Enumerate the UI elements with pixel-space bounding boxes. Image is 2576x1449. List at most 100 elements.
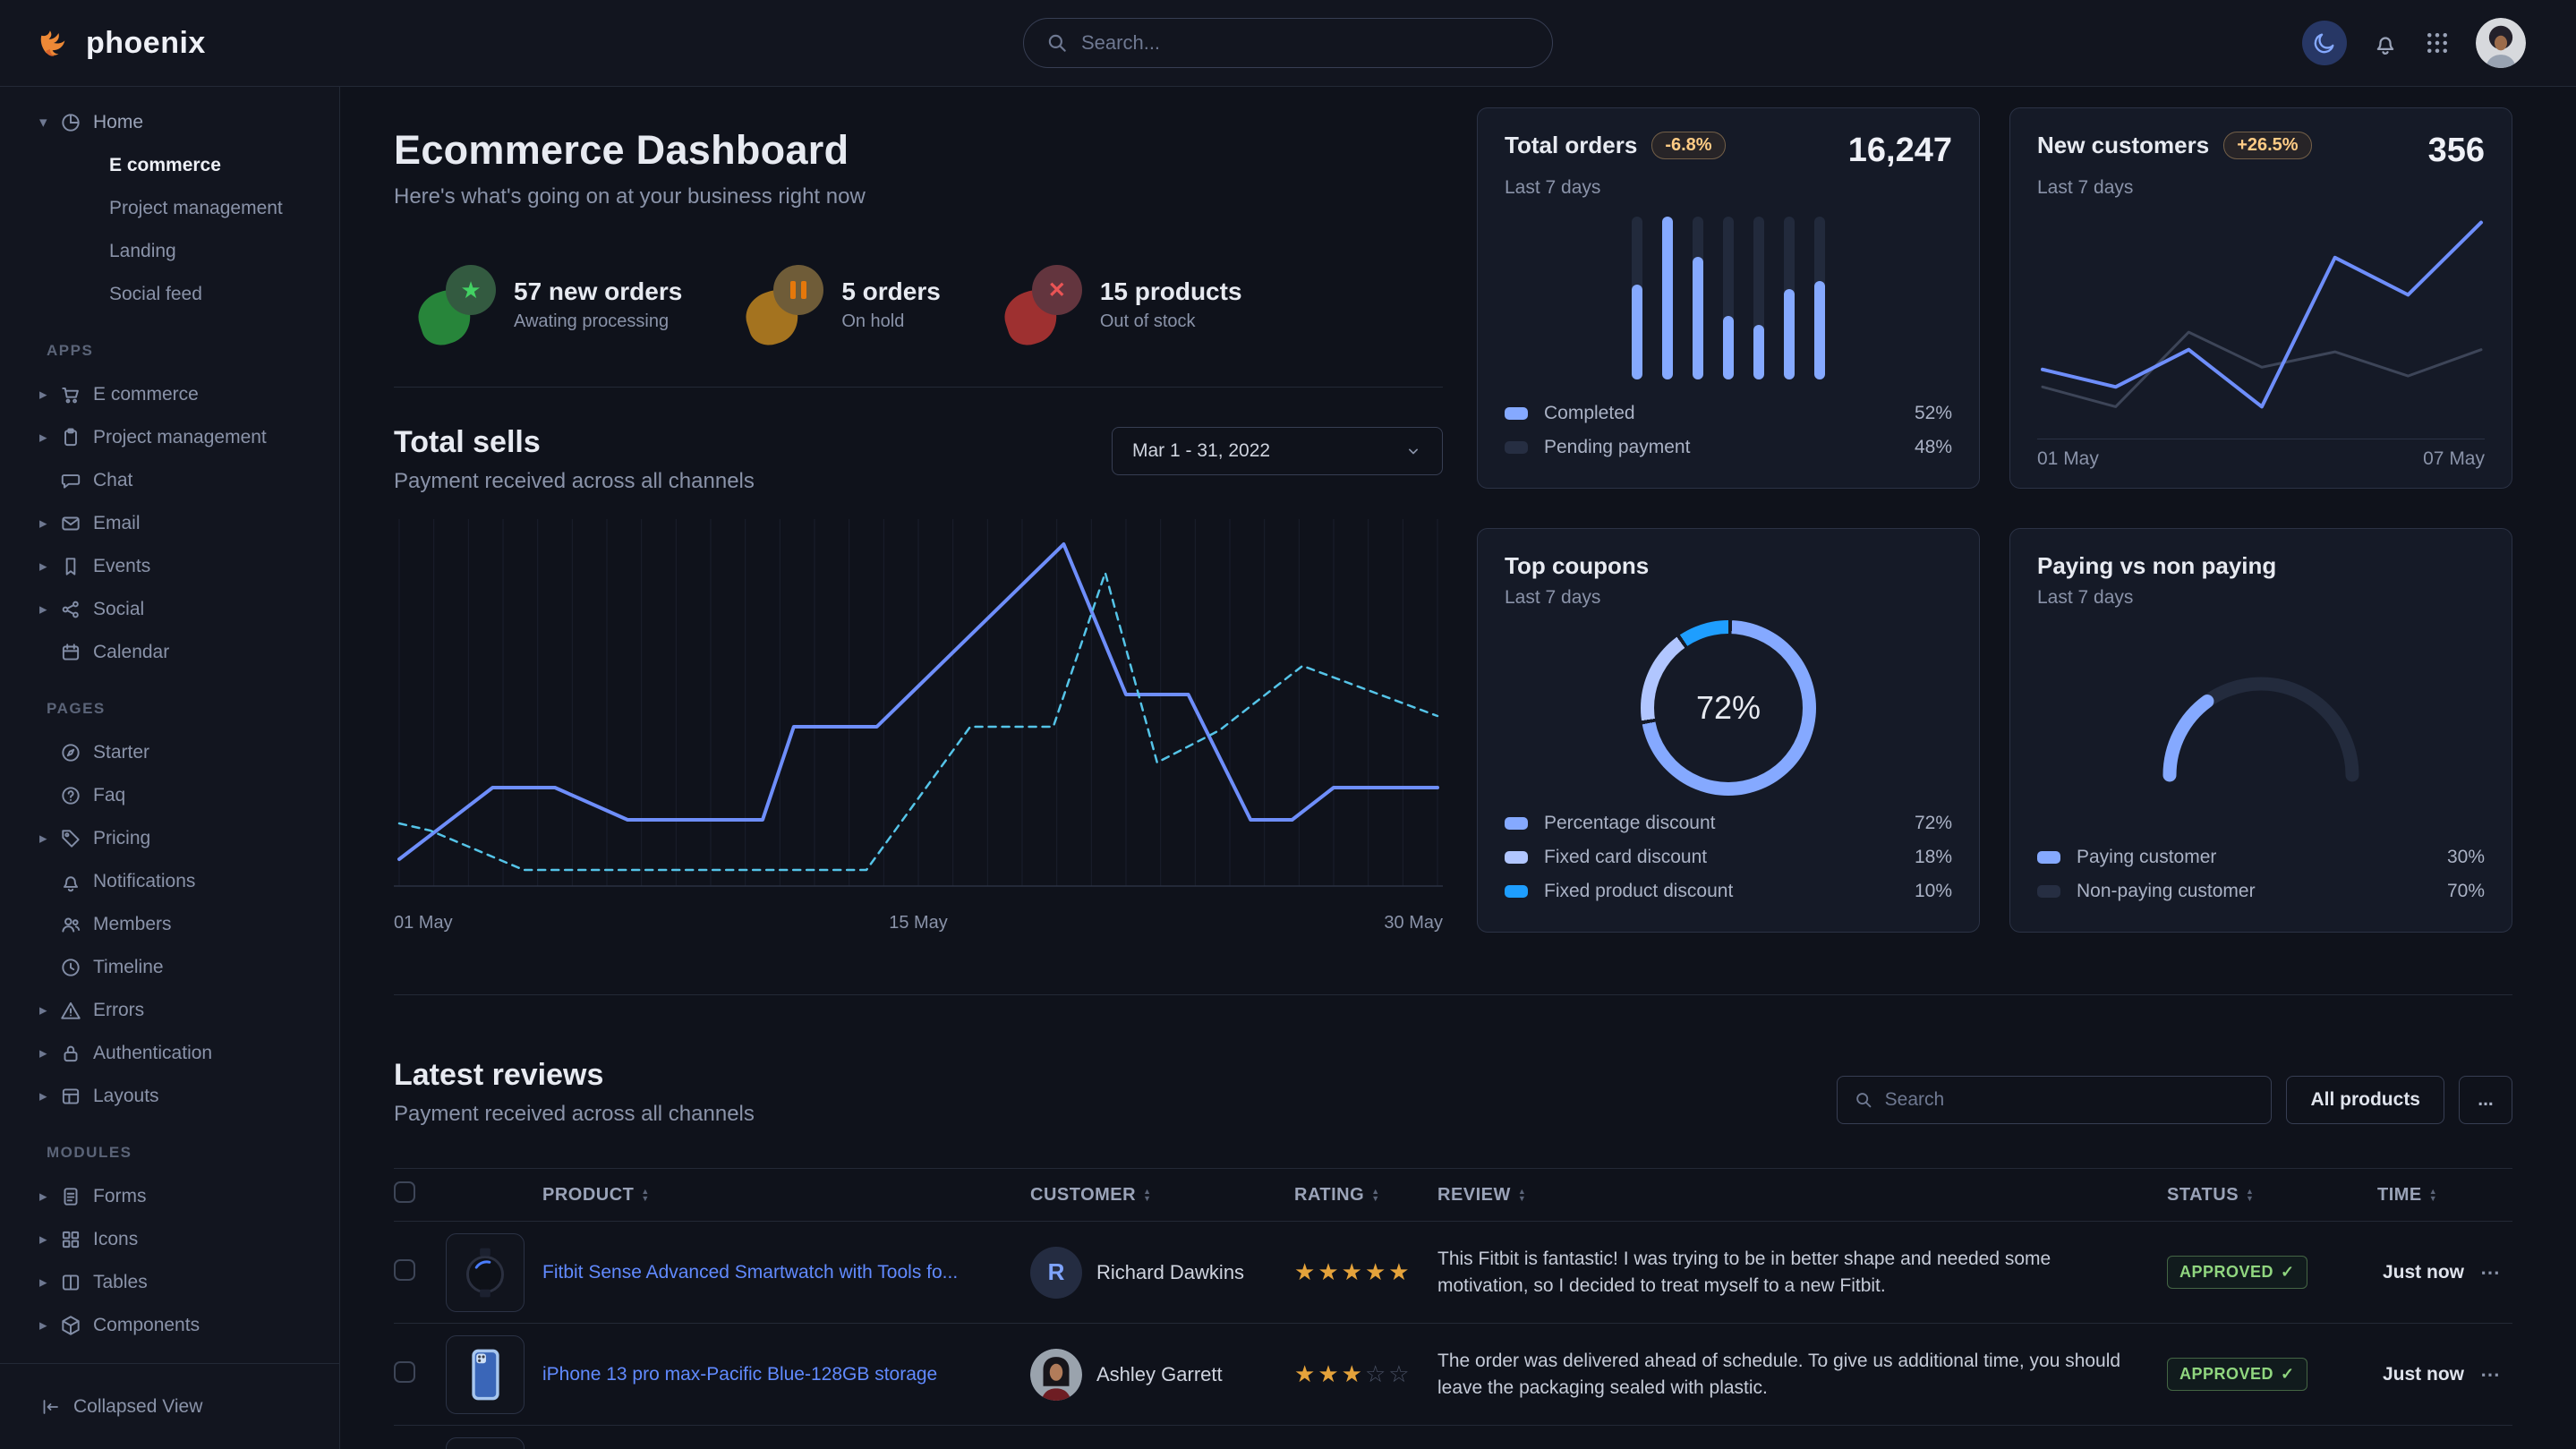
paying-legend-item: Paying customer30% (2037, 840, 2485, 874)
row-checkbox[interactable] (394, 1361, 415, 1383)
row-menu-button[interactable]: ⋯ (2480, 1363, 2512, 1386)
caret-right-icon[interactable]: ▸ (39, 1274, 59, 1291)
table-row-partial (394, 1426, 2512, 1449)
check-icon: ✓ (2281, 1263, 2295, 1282)
product-thumbnail[interactable] (446, 1233, 525, 1312)
customer-photo (1030, 1349, 1082, 1401)
card-paying-vs-nonpaying: Paying vs non paying Last 7 days Paying … (2009, 528, 2512, 933)
apps-menu-button[interactable] (2424, 30, 2451, 56)
sidebar-item-forms[interactable]: ▸Forms (0, 1175, 339, 1218)
sidebar-item-e-commerce[interactable]: ▸E commerce (0, 373, 339, 416)
sidebar-item-calendar[interactable]: Calendar (0, 631, 339, 674)
collapsed-view-button[interactable]: Collapsed View (39, 1396, 202, 1418)
product-link[interactable]: Fitbit Sense Advanced Smartwatch with To… (542, 1262, 958, 1283)
card-value: 356 (2428, 132, 2485, 170)
sidebar-item-landing[interactable]: Landing (0, 230, 339, 273)
sidebar-item-social[interactable]: ▸Social (0, 588, 339, 631)
caret-right-icon[interactable]: ▸ (39, 515, 59, 533)
customer-name: Richard Dawkins (1096, 1261, 1244, 1284)
row-checkbox[interactable] (394, 1259, 415, 1281)
sidebar-item-home[interactable]: ▾Home (0, 101, 339, 144)
sidebar-item-notifications[interactable]: Notifications (0, 860, 339, 903)
sidebar-item-starter[interactable]: Starter (0, 731, 339, 774)
theme-toggle-button[interactable] (2302, 21, 2347, 65)
brand-logo[interactable]: phoenix (0, 23, 206, 63)
paying-legend: Paying customer30%Non-paying customer70% (2037, 840, 2485, 908)
sidebar-item-errors[interactable]: ▸Errors (0, 989, 339, 1032)
sidebar-item-email[interactable]: ▸Email (0, 502, 339, 545)
reviews-search[interactable] (1837, 1076, 2272, 1124)
sidebar-item-chat[interactable]: Chat (0, 459, 339, 502)
user-avatar[interactable] (2476, 18, 2526, 68)
card-title: New customers (2037, 132, 2209, 159)
product-link[interactable]: iPhone 13 pro max-Pacific Blue-128GB sto… (542, 1364, 937, 1385)
caret-right-icon[interactable]: ▸ (39, 1002, 59, 1019)
sidebar-item-events[interactable]: ▸Events (0, 545, 339, 588)
reviews-search-input[interactable] (1885, 1089, 2256, 1111)
sidebar-item-pricing[interactable]: ▸Pricing (0, 817, 339, 860)
orders-legend: Completed52%Pending payment48% (1505, 396, 1952, 465)
collapse-icon (39, 1396, 61, 1418)
topbar-search-input[interactable] (1081, 31, 1531, 55)
caret-right-icon[interactable]: ▸ (39, 386, 59, 404)
question-icon (59, 784, 82, 807)
sidebar-item-members[interactable]: Members (0, 903, 339, 946)
sidebar-item-social-feed[interactable]: Social feed (0, 273, 339, 316)
chat-icon (59, 469, 82, 492)
sidebar-item-components[interactable]: ▸Components (0, 1304, 339, 1347)
sidebar-item-e-commerce[interactable]: E commerce (0, 144, 339, 187)
compass-icon (59, 741, 82, 764)
review-text: This Fitbit is fantastic! I was trying t… (1437, 1246, 2167, 1300)
sidebar-section-label: APPS (0, 328, 339, 373)
grid-dots-icon (2424, 30, 2451, 56)
card-top-coupons: Top coupons Last 7 days 72% Percentage d… (1477, 528, 1980, 933)
sidebar-item-tables[interactable]: ▸Tables (0, 1261, 339, 1304)
sidebar-item-project-management[interactable]: Project management (0, 187, 339, 230)
legend-label: Completed (1544, 403, 1635, 424)
column-header-customer[interactable]: CUSTOMER▲▼ (1030, 1185, 1294, 1206)
sidebar-section-label: PAGES (0, 686, 339, 731)
column-header-product[interactable]: PRODUCT▲▼ (542, 1185, 1030, 1206)
column-header-time[interactable]: TIME▲▼ (2377, 1185, 2480, 1206)
mail-icon (59, 512, 82, 535)
sidebar-item-project-management[interactable]: ▸Project management (0, 416, 339, 459)
date-range-select[interactable]: Mar 1 - 31, 2022 (1112, 427, 1443, 475)
check-icon: ✓ (2281, 1365, 2295, 1384)
caret-right-icon[interactable]: ▸ (39, 429, 59, 447)
column-header-review[interactable]: REVIEW▲▼ (1437, 1185, 2167, 1206)
clock-icon (59, 956, 82, 979)
caret-right-icon[interactable]: ▸ (39, 1044, 59, 1062)
column-header-status[interactable]: STATUS▲▼ (2167, 1185, 2377, 1206)
caret-right-icon[interactable]: ▸ (39, 830, 59, 848)
caret-right-icon[interactable]: ▸ (39, 601, 59, 618)
sidebar-item-timeline[interactable]: Timeline (0, 946, 339, 989)
sidebar-item-authentication[interactable]: ▸Authentication (0, 1032, 339, 1075)
sidebar-item-layouts[interactable]: ▸Layouts (0, 1075, 339, 1118)
caret-right-icon[interactable]: ▸ (39, 1188, 59, 1206)
caret-right-icon[interactable]: ▸ (39, 1317, 59, 1334)
topbar-search[interactable] (1023, 18, 1553, 68)
coupons-donut-chart: 72% (1505, 609, 1952, 806)
sidebar: ▾HomeE commerceProject managementLanding… (0, 87, 340, 1449)
row-menu-button[interactable]: ⋯ (2480, 1261, 2512, 1284)
column-header-rating[interactable]: RATING▲▼ (1294, 1185, 1437, 1206)
stat-value: 57 new orders (514, 277, 682, 305)
more-options-button[interactable]: ... (2459, 1076, 2512, 1124)
sidebar-item-icons[interactable]: ▸Icons (0, 1218, 339, 1261)
share-icon (59, 598, 82, 621)
table-icon (59, 1271, 82, 1294)
bell-icon (59, 870, 82, 893)
divider (394, 387, 1443, 388)
caret-down-icon[interactable]: ▾ (39, 114, 59, 132)
notifications-button[interactable] (2372, 30, 2399, 56)
caret-right-icon[interactable]: ▸ (39, 1231, 59, 1249)
new-customers-x-axis: 01 May07 May (2037, 439, 2485, 470)
stat-out-of-stock: ✕15 productsOut of stock (1005, 263, 1242, 345)
caret-right-icon[interactable]: ▸ (39, 558, 59, 575)
caret-right-icon[interactable]: ▸ (39, 1087, 59, 1105)
all-products-button[interactable]: All products (2286, 1076, 2444, 1124)
select-all-checkbox[interactable] (394, 1181, 415, 1203)
product-thumbnail[interactable] (446, 1335, 525, 1414)
sidebar-item-faq[interactable]: Faq (0, 774, 339, 817)
orders-legend-item: Pending payment48% (1505, 430, 1952, 465)
